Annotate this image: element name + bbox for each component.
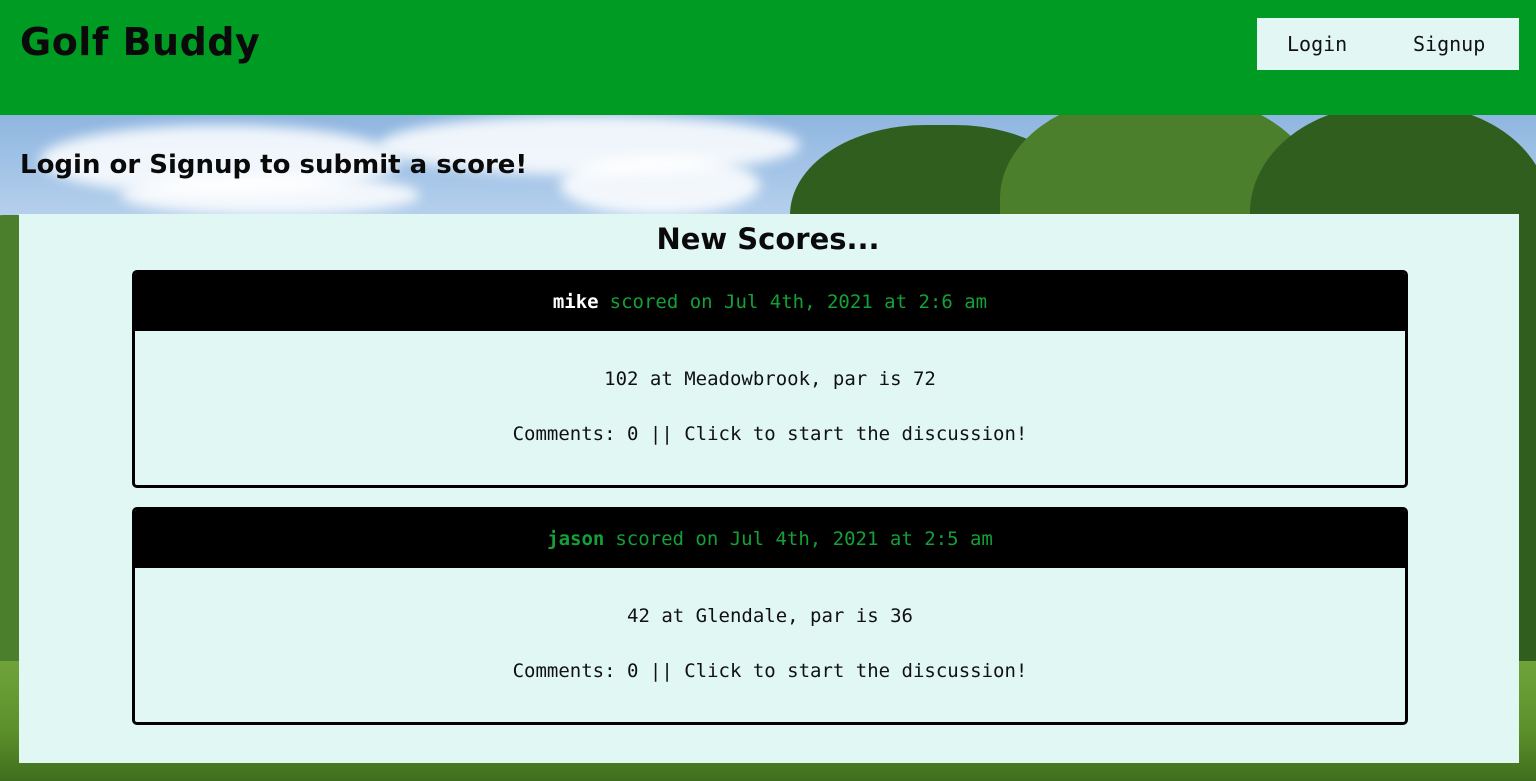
site-logo-title[interactable]: Golf Buddy: [20, 20, 260, 64]
score-timestamp: scored on Jul 4th, 2021 at 2:6 am: [609, 291, 988, 313]
score-username[interactable]: mike: [553, 291, 599, 313]
score-card[interactable]: mike scored on Jul 4th, 2021 at 2:6 am 1…: [132, 270, 1408, 488]
auth-nav: Login Signup: [1257, 18, 1519, 70]
score-details: 42 at Glendale, par is 36: [627, 605, 913, 627]
comments-link[interactable]: Comments: 0 || Click to start the discus…: [135, 423, 1405, 445]
comments-link[interactable]: Comments: 0 || Click to start the discus…: [135, 660, 1405, 682]
score-card-header: jason scored on Jul 4th, 2021 at 2:5 am: [135, 510, 1405, 568]
score-card-body: 42 at Glendale, par is 36 Comments: 0 ||…: [135, 568, 1405, 682]
score-username[interactable]: jason: [547, 528, 604, 550]
score-card-header: mike scored on Jul 4th, 2021 at 2:6 am: [135, 273, 1405, 331]
site-header: Golf Buddy Login Signup: [0, 0, 1536, 115]
score-timestamp: scored on Jul 4th, 2021 at 2:5 am: [615, 528, 993, 550]
signup-link[interactable]: Signup: [1413, 32, 1485, 56]
new-scores-heading: New Scores...: [656, 222, 880, 256]
score-details: 102 at Meadowbrook, par is 72: [604, 368, 936, 390]
score-card[interactable]: jason scored on Jul 4th, 2021 at 2:5 am …: [132, 507, 1408, 725]
login-prompt: Login or Signup to submit a score!: [20, 150, 528, 180]
login-link[interactable]: Login: [1287, 32, 1347, 56]
score-card-body: 102 at Meadowbrook, par is 72 Comments: …: [135, 331, 1405, 445]
